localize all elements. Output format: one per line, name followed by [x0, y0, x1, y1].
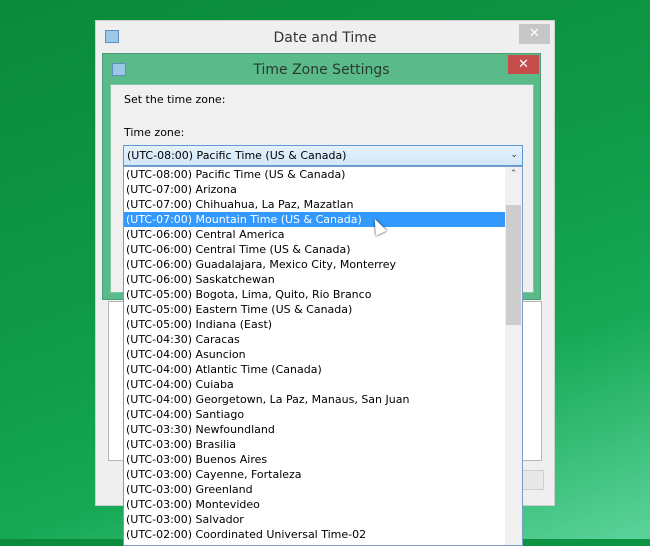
timezone-option[interactable]: (UTC-04:00) Georgetown, La Paz, Manaus, … [124, 392, 505, 407]
timezone-option[interactable]: (UTC-06:00) Saskatchewan [124, 272, 505, 287]
instruction-text: Set the time zone: [124, 93, 226, 106]
timezone-option[interactable]: (UTC-08:00) Pacific Time (US & Canada) [124, 167, 505, 182]
timezone-option[interactable]: (UTC-02:00) Coordinated Universal Time-0… [124, 527, 505, 542]
timezone-option[interactable]: (UTC-06:00) Guadalajara, Mexico City, Mo… [124, 257, 505, 272]
scrollbar-thumb[interactable] [506, 205, 521, 325]
timezone-option[interactable]: (UTC-07:00) Mountain Time (US & Canada) [124, 212, 505, 227]
timezone-option[interactable]: (UTC-03:00) Cayenne, Fortaleza [124, 467, 505, 482]
timezone-option[interactable]: (UTC-07:00) Chihuahua, La Paz, Mazatlan [124, 197, 505, 212]
timezone-option[interactable]: (UTC-03:00) Montevideo [124, 497, 505, 512]
timezone-option[interactable]: (UTC-03:00) Greenland [124, 482, 505, 497]
close-button[interactable]: ✕ [519, 24, 550, 44]
chevron-down-icon[interactable]: ⌄ [510, 146, 518, 165]
timezone-option[interactable]: (UTC-03:00) Salvador [124, 512, 505, 527]
timezone-option[interactable]: (UTC-05:00) Eastern Time (US & Canada) [124, 302, 505, 317]
timezone-option[interactable]: (UTC-04:00) Santiago [124, 407, 505, 422]
timezone-option[interactable]: (UTC-03:30) Newfoundland [124, 422, 505, 437]
timezone-option[interactable]: (UTC-05:00) Indiana (East) [124, 317, 505, 332]
window-title: Date and Time [273, 30, 377, 46]
selected-timezone: (UTC-08:00) Pacific Time (US & Canada) [127, 149, 347, 162]
timezone-option[interactable]: (UTC-04:00) Cuiaba [124, 377, 505, 392]
timezone-option[interactable]: (UTC-04:30) Caracas [124, 332, 505, 347]
timezone-option[interactable]: (UTC-05:00) Bogota, Lima, Quito, Rio Bra… [124, 287, 505, 302]
scrollbar[interactable]: ⌃ [505, 167, 522, 545]
timezone-option[interactable]: (UTC-07:00) Arizona [124, 182, 505, 197]
timezone-option[interactable]: (UTC-03:00) Brasilia [124, 437, 505, 452]
timezone-option[interactable]: (UTC-04:00) Asuncion [124, 347, 505, 362]
timezone-option[interactable]: (UTC-06:00) Central Time (US & Canada) [124, 242, 505, 257]
timezone-option[interactable]: (UTC-06:00) Central America [124, 227, 505, 242]
scroll-up-icon[interactable]: ⌃ [505, 169, 522, 179]
timezone-option[interactable]: (UTC-04:00) Atlantic Time (Canada) [124, 362, 505, 377]
dialog-close-button[interactable]: ✕ [508, 55, 539, 74]
timezone-dropdown-list[interactable]: (UTC-08:00) Pacific Time (US & Canada) (U… [123, 166, 523, 546]
timezone-select[interactable]: (UTC-08:00) Pacific Time (US & Canada) ⌄ [123, 145, 523, 166]
timezone-label: Time zone: [124, 126, 185, 139]
timezone-option[interactable]: (UTC-03:00) Buenos Aires [124, 452, 505, 467]
dialog-title: Time Zone Settings [253, 62, 390, 78]
